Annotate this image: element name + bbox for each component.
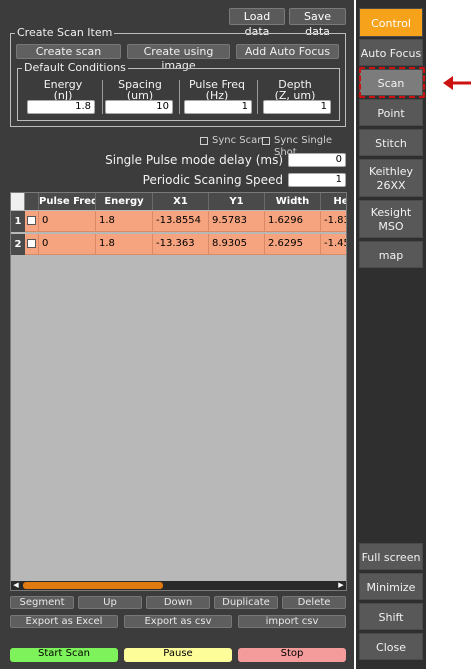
divider <box>102 80 103 114</box>
table-cell[interactable]: 9.5783 <box>209 211 265 232</box>
close-button[interactable]: Close <box>359 633 423 660</box>
shift-button[interactable]: Shift <box>359 603 423 630</box>
minimize-button[interactable]: Minimize <box>359 573 423 600</box>
column-header-pulse-freq[interactable]: Pulse Freq <box>39 193 96 210</box>
export-csv-button[interactable]: Export as csv <box>124 615 232 628</box>
scan-table[interactable]: Pulse Freq Energy X1 Y1 Width He 1 0 1.8… <box>10 192 347 591</box>
table-cell[interactable]: 0 <box>39 211 96 232</box>
create-scan-button[interactable]: Create scan <box>16 44 121 59</box>
export-excel-button[interactable]: Export as Excel <box>10 615 118 628</box>
table-cell[interactable]: -1.458 <box>321 234 346 255</box>
sidebar-item-stitch[interactable]: Stitch <box>359 129 423 156</box>
energy-input[interactable]: 1.8 <box>27 100 95 114</box>
margin-area <box>426 0 474 669</box>
sidebar-item-scan[interactable]: Scan <box>359 69 423 96</box>
down-button[interactable]: Down <box>146 596 210 609</box>
sync-single-shot-checkbox[interactable] <box>262 137 270 145</box>
pulse-delay-input[interactable]: 0 <box>288 153 346 167</box>
table-cell[interactable]: -1.831 <box>321 211 346 232</box>
pulse-freq-input[interactable]: 1 <box>184 100 252 114</box>
pulse-delay-label: Single Pulse mode delay (ms) <box>105 153 283 167</box>
column-header-x1[interactable]: X1 <box>153 193 209 210</box>
sidebar-item-control[interactable]: Control <box>359 8 423 37</box>
table-cell[interactable]: -13.363 <box>153 234 209 255</box>
table-cell[interactable]: 1.8 <box>96 211 153 232</box>
checkbox-column-header <box>25 193 39 210</box>
load-data-button[interactable]: Load data <box>229 8 285 38</box>
sidebar-item-auto-focus[interactable]: Auto Focus <box>359 39 423 66</box>
up-button[interactable]: Up <box>78 596 142 609</box>
sidebar-item-keysight-mso[interactable]: Kesight MSO <box>359 200 423 238</box>
sidebar-item-map[interactable]: map <box>359 241 423 268</box>
table-corner <box>11 193 25 210</box>
sync-scan-label: Sync Scan <box>212 135 264 146</box>
row-number[interactable]: 1 <box>11 211 25 232</box>
save-data-button[interactable]: Save data <box>289 8 346 38</box>
duplicate-button[interactable]: Duplicate <box>214 596 278 609</box>
divider <box>257 80 258 114</box>
spacing-label: Spacing (um) <box>118 78 162 102</box>
sidebar: Control Auto Focus Scan Point Stitch Kei… <box>356 0 426 669</box>
column-header-y1[interactable]: Y1 <box>209 193 265 210</box>
scroll-left-icon[interactable]: ◀ <box>11 581 21 590</box>
periodic-speed-label: Periodic Scaning Speed <box>142 173 283 187</box>
spacing-input[interactable]: 10 <box>105 100 173 114</box>
table-cell[interactable]: -13.8554 <box>153 211 209 232</box>
add-auto-focus-button[interactable]: Add Auto Focus <box>236 44 339 59</box>
sidebar-item-point[interactable]: Point <box>359 99 423 126</box>
pause-button[interactable]: Pause <box>124 648 232 662</box>
table-cell[interactable]: 0 <box>39 234 96 255</box>
main-panel: Load data Save data Create Scan Item Cre… <box>0 0 354 669</box>
table-cell[interactable]: 2.6295 <box>265 234 321 255</box>
create-using-image-button[interactable]: Create using image <box>127 44 230 72</box>
sync-scan-checkbox[interactable] <box>200 137 208 145</box>
pulse-freq-label: Pulse Freq (Hz) <box>188 78 246 102</box>
column-header-energy[interactable]: Energy <box>96 193 153 210</box>
scroll-right-icon[interactable]: ▶ <box>336 581 346 590</box>
energy-label: Energy (nJ) <box>43 78 83 102</box>
create-scan-item-title: Create Scan Item <box>15 26 115 39</box>
sidebar-item-keithley[interactable]: Keithley 26XX <box>359 159 423 197</box>
start-scan-button[interactable]: Start Scan <box>10 648 118 662</box>
row-checkbox[interactable] <box>25 234 39 255</box>
table-cell[interactable]: 1.6296 <box>265 211 321 232</box>
stop-button[interactable]: Stop <box>238 648 346 662</box>
depth-input[interactable]: 1 <box>263 100 331 114</box>
full-screen-button[interactable]: Full screen <box>359 543 423 570</box>
delete-button[interactable]: Delete <box>282 596 346 609</box>
import-csv-button[interactable]: import csv <box>238 615 346 628</box>
horizontal-scrollbar[interactable]: ◀ ▶ <box>11 581 346 590</box>
depth-label: Depth (Z, um) <box>274 78 316 102</box>
default-conditions-title: Default Conditions <box>22 61 128 74</box>
row-number[interactable]: 2 <box>11 234 25 255</box>
periodic-speed-input[interactable]: 1 <box>288 173 346 187</box>
row-checkbox[interactable] <box>25 211 39 232</box>
table-cell[interactable]: 8.9305 <box>209 234 265 255</box>
column-header-width[interactable]: Width <box>265 193 321 210</box>
red-arrow-icon <box>443 76 471 90</box>
segment-button[interactable]: Segment <box>10 596 74 609</box>
table-cell[interactable]: 1.8 <box>96 234 153 255</box>
divider <box>179 80 180 114</box>
column-header-he[interactable]: He <box>321 193 346 210</box>
scrollbar-thumb[interactable] <box>23 582 163 589</box>
